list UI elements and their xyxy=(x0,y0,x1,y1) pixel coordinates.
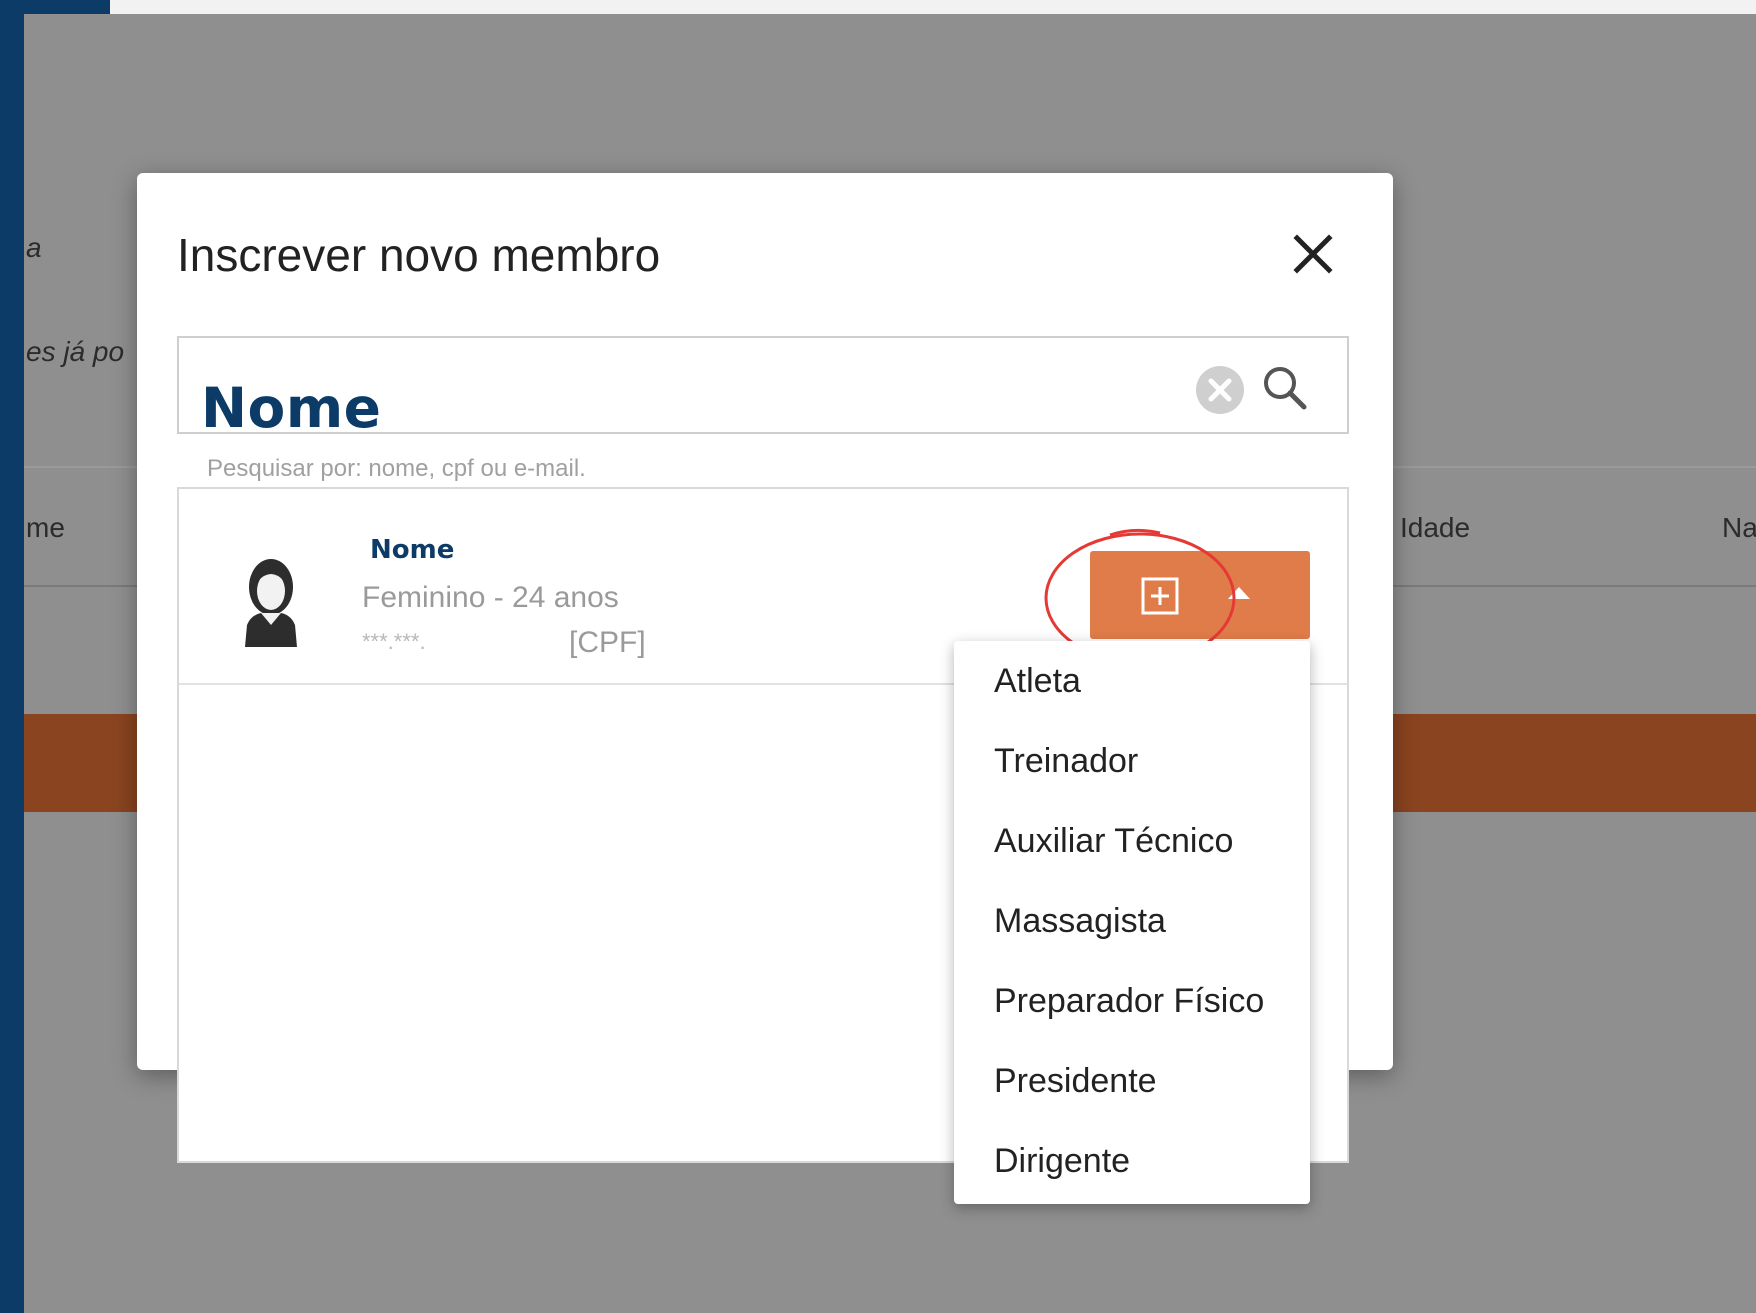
caret-up-icon xyxy=(1228,587,1250,599)
bg-column-na: Na xyxy=(1722,512,1756,543)
modal-title: Inscrever novo membro xyxy=(177,229,661,281)
menu-item-preparador-fisico[interactable]: Preparador Físico xyxy=(954,961,1310,1041)
plus-box-icon xyxy=(1141,577,1179,615)
search-icon xyxy=(1264,367,1307,410)
result-cpf-masked: ***.***. xyxy=(362,629,426,654)
bg-partial-text: a xyxy=(26,232,42,263)
close-icon xyxy=(1293,234,1333,274)
menu-item-dirigente[interactable]: Dirigente xyxy=(954,1121,1310,1201)
bg-column-nome: me xyxy=(26,512,65,543)
bg-column-idade: Idade xyxy=(1400,512,1471,543)
search-hint: Pesquisar por: nome, cpf ou e-mail. xyxy=(207,455,586,482)
left-sidebar xyxy=(0,0,24,1313)
avatar-female-icon xyxy=(245,559,297,647)
clear-search-button[interactable] xyxy=(1194,364,1246,416)
menu-item-presidente[interactable]: Presidente xyxy=(954,1041,1310,1121)
top-bar xyxy=(110,0,1756,14)
menu-item-massagista[interactable]: Massagista xyxy=(954,881,1310,961)
enroll-role-dropdown-button[interactable] xyxy=(1090,551,1310,639)
result-gender-age: Feminino - 24 anos xyxy=(362,581,619,614)
result-name: Nome xyxy=(370,535,455,565)
search-input-value: Nome xyxy=(201,376,382,440)
search-button[interactable] xyxy=(1259,362,1311,414)
search-input[interactable]: Nome xyxy=(177,336,1349,440)
result-cpf-label: [CPF] xyxy=(569,626,646,659)
menu-item-atleta[interactable]: Atleta xyxy=(954,641,1310,721)
menu-item-auxiliar-tecnico[interactable]: Auxiliar Técnico xyxy=(954,801,1310,881)
menu-item-treinador[interactable]: Treinador xyxy=(954,721,1310,801)
close-button[interactable] xyxy=(1287,228,1339,280)
clear-icon xyxy=(1196,366,1244,414)
role-dropdown-menu: Atleta Treinador Auxiliar Técnico Massag… xyxy=(954,641,1310,1204)
bg-partial-text: es já po xyxy=(26,336,125,367)
